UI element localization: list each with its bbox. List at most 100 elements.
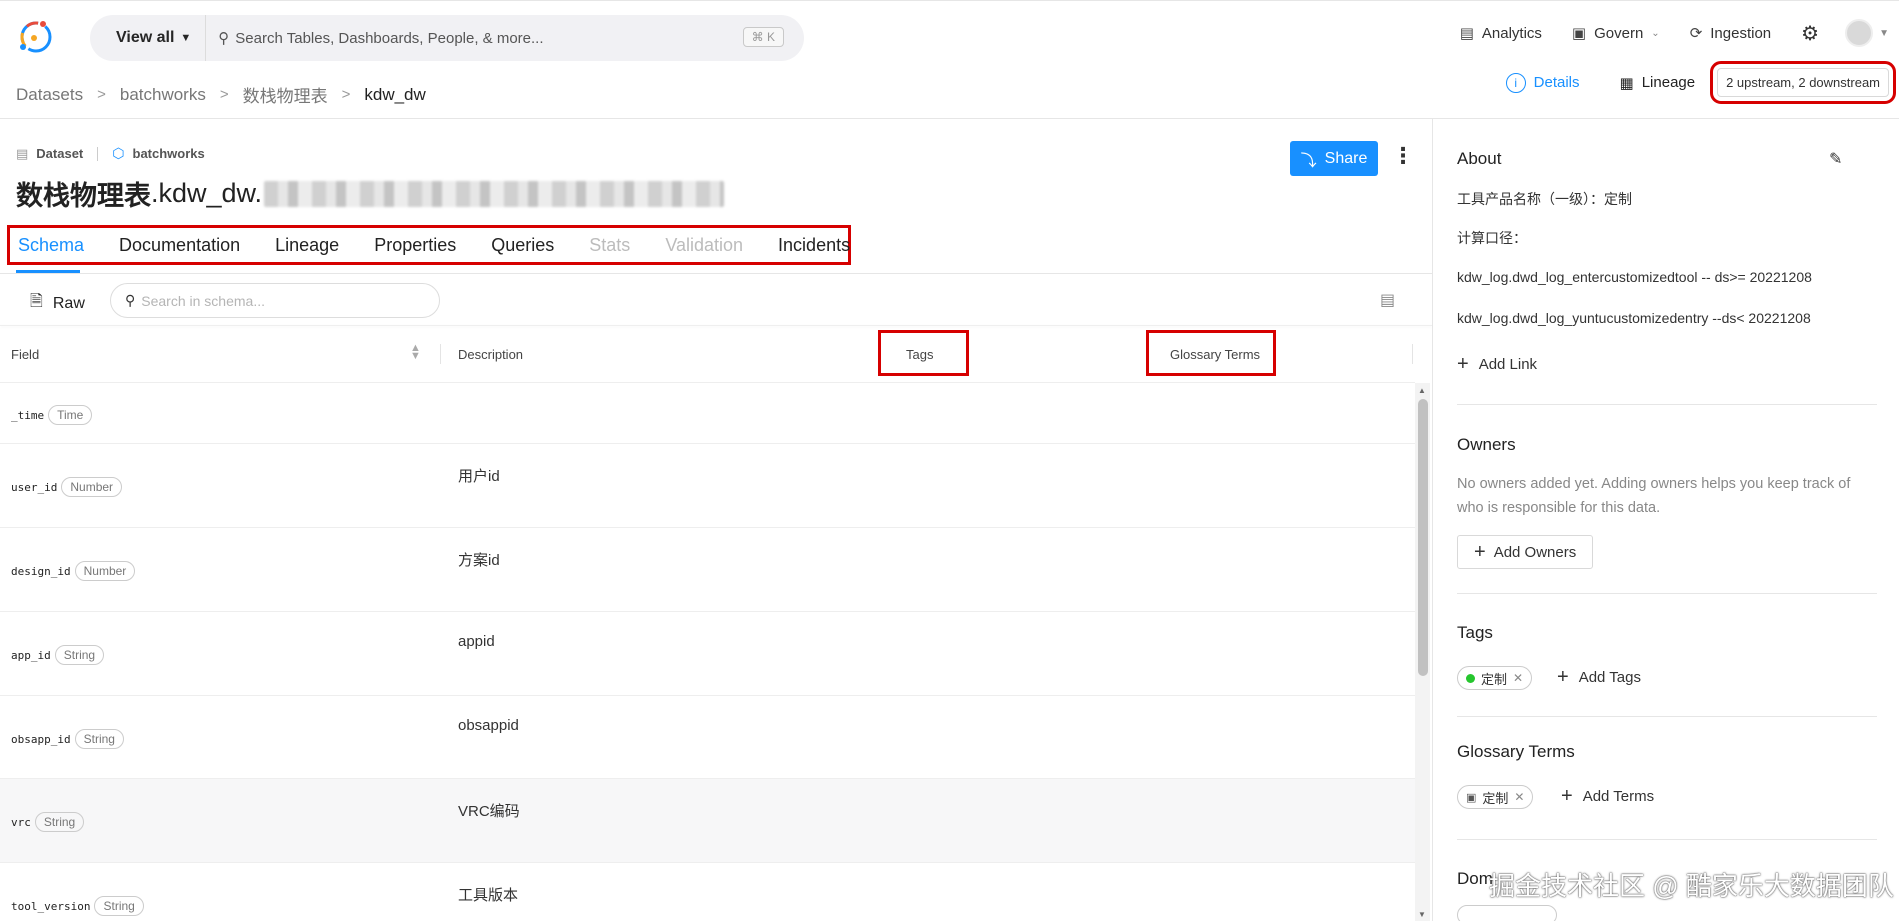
table-row[interactable]: _time Time: [0, 383, 1415, 444]
add-terms-button[interactable]: + Add Terms: [1561, 786, 1654, 806]
field-type-badge: String: [74, 729, 124, 749]
lineage-label: Lineage: [1641, 74, 1696, 91]
domain-chip[interactable]: [1457, 905, 1557, 921]
add-link-label: Add Link: [1478, 355, 1538, 373]
top-nav: View all ▼ ⚲ ⌘ K ▤ Analytics ▣ Govern ⌄ …: [0, 0, 1899, 75]
caret-down-icon[interactable]: ▼: [1879, 28, 1889, 39]
column-header-field: Field: [11, 347, 40, 362]
field-name: user_id: [11, 480, 58, 494]
govern-label: Govern: [1594, 24, 1644, 42]
add-link-button[interactable]: + Add Link: [1457, 354, 1537, 374]
global-search-input[interactable]: [235, 29, 736, 47]
field-name: app_id: [11, 648, 51, 662]
about-title: About: [1457, 149, 1502, 168]
breadcrumb-separator: >: [341, 86, 351, 103]
field-description[interactable]: VRC编码: [458, 800, 520, 821]
table-row[interactable]: obsapp_id String obsappid: [0, 696, 1415, 779]
divider: [1457, 716, 1877, 717]
breadcrumb-schema[interactable]: 数栈物理表: [243, 82, 328, 107]
share-button[interactable]: ⤵ Share: [1290, 141, 1378, 176]
divider: [0, 325, 1432, 326]
ingestion-link[interactable]: ⟳ Ingestion: [1690, 24, 1772, 43]
container-icon: ⬡: [112, 145, 125, 161]
add-tags-button[interactable]: + Add Tags: [1557, 667, 1641, 687]
tab-validation: Validation: [665, 234, 744, 255]
divider: [1457, 839, 1877, 840]
tab-incidents[interactable]: Incidents: [778, 235, 850, 256]
table-row[interactable]: vrc String VRC编码: [0, 779, 1415, 863]
gear-icon[interactable]: ⚙: [1801, 21, 1819, 46]
tab-properties[interactable]: Properties: [374, 235, 456, 256]
tab-documentation[interactable]: Documentation: [119, 235, 240, 256]
add-owners-button[interactable]: + Add Owners: [1457, 535, 1594, 569]
add-tags-label: Add Tags: [1578, 668, 1641, 686]
add-terms-label: Add Terms: [1582, 787, 1655, 805]
table-scrollbar[interactable]: ▲ ▼: [1415, 383, 1430, 921]
table-row[interactable]: design_id Number 方案id: [0, 528, 1415, 612]
about-line: kdw_log.dwd_log_entercustomizedtool -- d…: [1457, 269, 1812, 285]
tab-lineage[interactable]: Lineage: [275, 235, 339, 256]
view-all-dropdown[interactable]: View all ▼: [90, 15, 207, 61]
edit-icon[interactable]: ✎: [1829, 149, 1842, 169]
table-settings-icon[interactable]: ▤: [1380, 290, 1395, 310]
breadcrumb-platform[interactable]: Datasets: [16, 85, 83, 105]
schema-search-input[interactable]: [141, 292, 412, 309]
field-description[interactable]: obsappid: [458, 717, 519, 734]
field-type-badge: String: [54, 645, 105, 665]
watermark: 掘金技术社区 @ 酷家乐大数据团队: [1489, 871, 1894, 901]
tab-queries[interactable]: Queries: [491, 235, 554, 256]
close-icon[interactable]: ✕: [1514, 790, 1524, 804]
share-label: Share: [1324, 149, 1368, 167]
file-icon: 🗎: [30, 293, 43, 310]
field-description[interactable]: 方案id: [458, 549, 500, 570]
about-line: 计算口径：: [1457, 230, 1527, 246]
plus-icon: +: [1457, 353, 1469, 375]
share-icon: ⤵: [1300, 152, 1317, 170]
entity-container-link[interactable]: batchworks: [133, 146, 205, 161]
info-icon: i: [1505, 72, 1526, 93]
field-name-cell: obsapp_id String: [11, 729, 124, 749]
table-row[interactable]: tool_version String 工具版本: [0, 863, 1415, 921]
lineage-summary-badge[interactable]: 2 upstream, 2 downstream: [1710, 61, 1896, 104]
field-description[interactable]: 用户id: [458, 465, 500, 486]
field-type-badge: Number: [61, 477, 123, 497]
field-name-cell: app_id String: [11, 645, 105, 665]
glossary-term-chip[interactable]: ▣ 定制 ✕: [1457, 785, 1534, 809]
divider: [97, 146, 99, 161]
details-label: Details: [1533, 74, 1580, 91]
breadcrumb-container[interactable]: batchworks: [120, 85, 206, 105]
details-tab[interactable]: i Details: [1505, 72, 1580, 93]
plus-icon: +: [1557, 666, 1569, 688]
analytics-link[interactable]: ▤ Analytics: [1460, 24, 1542, 43]
scroll-up-icon[interactable]: ▲: [1418, 386, 1426, 395]
more-options-icon[interactable]: ⋮: [1392, 143, 1414, 169]
column-header-tags-label: Tags: [906, 347, 934, 362]
chevron-down-icon: ⌄: [1651, 27, 1660, 39]
sort-icon[interactable]: ▲ ▼: [410, 343, 421, 362]
column-header-description: Description: [458, 347, 524, 362]
entity-tabs: Schema Documentation Lineage Properties …: [7, 225, 851, 265]
divider: [1457, 593, 1877, 594]
close-icon[interactable]: ✕: [1513, 671, 1523, 685]
entity-type-label: Dataset: [36, 146, 84, 161]
ingestion-label: Ingestion: [1710, 24, 1772, 42]
table-row[interactable]: app_id String appid: [0, 612, 1415, 696]
tab-schema[interactable]: Schema: [18, 235, 84, 256]
field-name: tool_version: [11, 899, 91, 913]
table-row[interactable]: user_id Number 用户id: [0, 444, 1415, 528]
scroll-down-icon[interactable]: ▼: [1418, 910, 1426, 919]
field-description[interactable]: appid: [458, 633, 495, 650]
field-name: design_id: [11, 564, 71, 578]
tag-chip[interactable]: 定制 ✕: [1457, 666, 1533, 690]
lineage-view-tab[interactable]: ▦ Lineage: [1620, 74, 1696, 92]
dataset-icon: ▤: [16, 145, 29, 161]
scrollbar-thumb[interactable]: [1418, 399, 1428, 676]
field-description[interactable]: 工具版本: [458, 884, 518, 905]
avatar[interactable]: [1845, 19, 1874, 47]
raw-button[interactable]: 🗎 Raw: [30, 290, 85, 317]
divider: [0, 273, 1432, 274]
breadcrumb: Datasets > batchworks > 数栈物理表 > kdw_dw: [16, 82, 426, 107]
datahub-logo[interactable]: [14, 15, 58, 59]
nav-links: ▤ Analytics ▣ Govern ⌄ ⟳ Ingestion ⚙ ▼: [1460, 19, 1899, 47]
govern-menu[interactable]: ▣ Govern ⌄: [1572, 24, 1660, 43]
